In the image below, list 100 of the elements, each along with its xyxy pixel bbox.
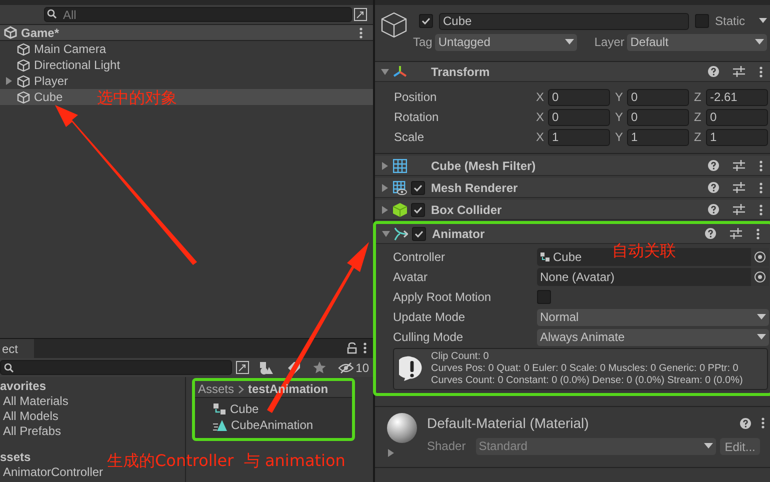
- asset-item[interactable]: Cube: [213, 401, 352, 417]
- info-text: Curves Pos: 0 Quat: 0 Euler: 0 Scale: 0 Muscles: 0 Generic: 0 PPtr: 0: [431, 363, 740, 375]
- grid-icon: [393, 158, 407, 172]
- axis-label: X: [535, 89, 546, 106]
- checkmark-icon: [414, 228, 424, 238]
- component-header[interactable]: Cube (Mesh Filter): [375, 156, 770, 176]
- layer-label: Layer: [594, 34, 624, 51]
- tree-item[interactable]: AnimatorController: [0, 465, 104, 480]
- cube-icon: [17, 42, 30, 56]
- number-field[interactable]: -2.61: [706, 88, 768, 106]
- panel-tab[interactable]: ect: [0, 339, 34, 358]
- edit-button[interactable]: Edit...: [720, 438, 760, 454]
- shapes-icon: [258, 360, 273, 374]
- number-field[interactable]: 0: [627, 108, 689, 126]
- expand-arrow-icon: [381, 184, 389, 192]
- sliders-icon: [730, 228, 742, 239]
- axis-label: X: [535, 109, 546, 126]
- number-field[interactable]: 0: [627, 88, 689, 106]
- cube-icon: [393, 202, 407, 216]
- object-field[interactable]: None (Avatar): [537, 268, 770, 286]
- field-label: Avatar: [393, 269, 428, 286]
- chevron-icon: [238, 384, 244, 394]
- more-icon: [759, 204, 764, 216]
- caret-icon: [757, 334, 766, 340]
- hierarchy-item[interactable]: Player: [0, 73, 68, 89]
- dropdown[interactable]: Normal: [537, 308, 770, 326]
- name-field[interactable]: Cube: [439, 12, 689, 30]
- number-field[interactable]: 1: [706, 128, 768, 146]
- branch-arrow-icon: [394, 226, 408, 240]
- expand-arrow-icon: [381, 162, 389, 170]
- search-field[interactable]: [0, 360, 232, 375]
- tree-item[interactable]: All Materials: [0, 394, 68, 409]
- caret-icon: [755, 39, 764, 45]
- cube-icon: [17, 58, 30, 72]
- help-icon: [708, 66, 720, 77]
- more-icon: [359, 26, 363, 38]
- static-checkbox[interactable]: [695, 14, 709, 28]
- caret-icon: [565, 39, 574, 45]
- tree-item[interactable]: All Prefabs: [0, 424, 62, 439]
- more-icon: [759, 160, 764, 172]
- more-icon: [761, 417, 766, 429]
- sliders-icon: [733, 160, 746, 171]
- field-label: Apply Root Motion: [393, 289, 492, 306]
- breadcrumb-item[interactable]: Assets: [198, 380, 234, 398]
- controller-icon: [540, 252, 550, 262]
- axis-label: X: [535, 129, 546, 146]
- section-header: ssets: [0, 449, 31, 465]
- star-icon: [312, 361, 326, 374]
- layer-dropdown[interactable]: Default: [627, 34, 768, 50]
- gameobject-icon: [381, 12, 407, 38]
- help-icon: [705, 228, 716, 239]
- material-name: Default-Material (Material): [427, 414, 590, 433]
- shader-label: Shader: [427, 438, 466, 455]
- checkbox[interactable]: [537, 290, 551, 304]
- enable-checkbox[interactable]: [411, 180, 425, 194]
- popout-button[interactable]: [236, 361, 249, 374]
- field-label: Rotation: [394, 109, 440, 126]
- caret-icon: [759, 18, 768, 24]
- help-icon: [708, 182, 720, 193]
- enable-checkbox[interactable]: [411, 202, 425, 216]
- component-header[interactable]: Transform: [375, 62, 770, 82]
- expand-arrow-icon: [387, 449, 395, 457]
- number-field[interactable]: 0: [548, 88, 610, 106]
- field-label: Culling Mode: [393, 329, 464, 346]
- dropdown[interactable]: Always Animate: [537, 328, 770, 346]
- popout-icon: [236, 361, 249, 374]
- hierarchy-item[interactable]: Main Camera: [0, 41, 106, 57]
- number-field[interactable]: 0: [706, 108, 768, 126]
- tag-dropdown[interactable]: Untagged: [435, 34, 578, 50]
- expand-arrow-icon: [381, 206, 389, 214]
- component-header[interactable]: Mesh Renderer: [375, 178, 770, 198]
- axis-label: Z: [693, 129, 702, 146]
- component-header[interactable]: Box Collider: [375, 200, 770, 220]
- axis-icon: [393, 64, 407, 78]
- axis-label: Z: [693, 89, 702, 106]
- hidden-eye-icon: [338, 362, 354, 374]
- hierarchy-item[interactable]: Cube: [0, 89, 63, 105]
- grid-eye-icon: [393, 180, 407, 194]
- help-icon: [740, 418, 752, 428]
- hierarchy-item[interactable]: Directional Light: [0, 57, 120, 73]
- checkmark-icon: [413, 204, 423, 214]
- number-field[interactable]: 0: [548, 108, 610, 126]
- more-icon: [759, 66, 764, 78]
- enable-checkbox[interactable]: [412, 226, 426, 240]
- active-checkbox[interactable]: [419, 14, 433, 28]
- tree-item[interactable]: All Models: [0, 409, 58, 424]
- field-label: Controller: [393, 249, 446, 266]
- number-field[interactable]: 1: [548, 128, 610, 146]
- number-field[interactable]: 1: [627, 128, 689, 146]
- search-field[interactable]: All: [44, 7, 352, 22]
- help-icon: [708, 204, 720, 215]
- controller-icon: [213, 403, 226, 415]
- collapse-arrow-icon: [381, 68, 389, 76]
- asset-item[interactable]: CubeAnimation: [213, 417, 352, 433]
- component-header[interactable]: Animator: [376, 224, 770, 244]
- popout-button[interactable]: [354, 8, 367, 21]
- info-text: Curves Count: 0 Constant: 0 (0.0%) Dense: 0 (0.0%) Stream: 0 (0.0%): [431, 375, 743, 387]
- lock-icon: [347, 342, 357, 354]
- static-label: Static: [715, 13, 746, 30]
- cube-icon: [17, 90, 30, 104]
